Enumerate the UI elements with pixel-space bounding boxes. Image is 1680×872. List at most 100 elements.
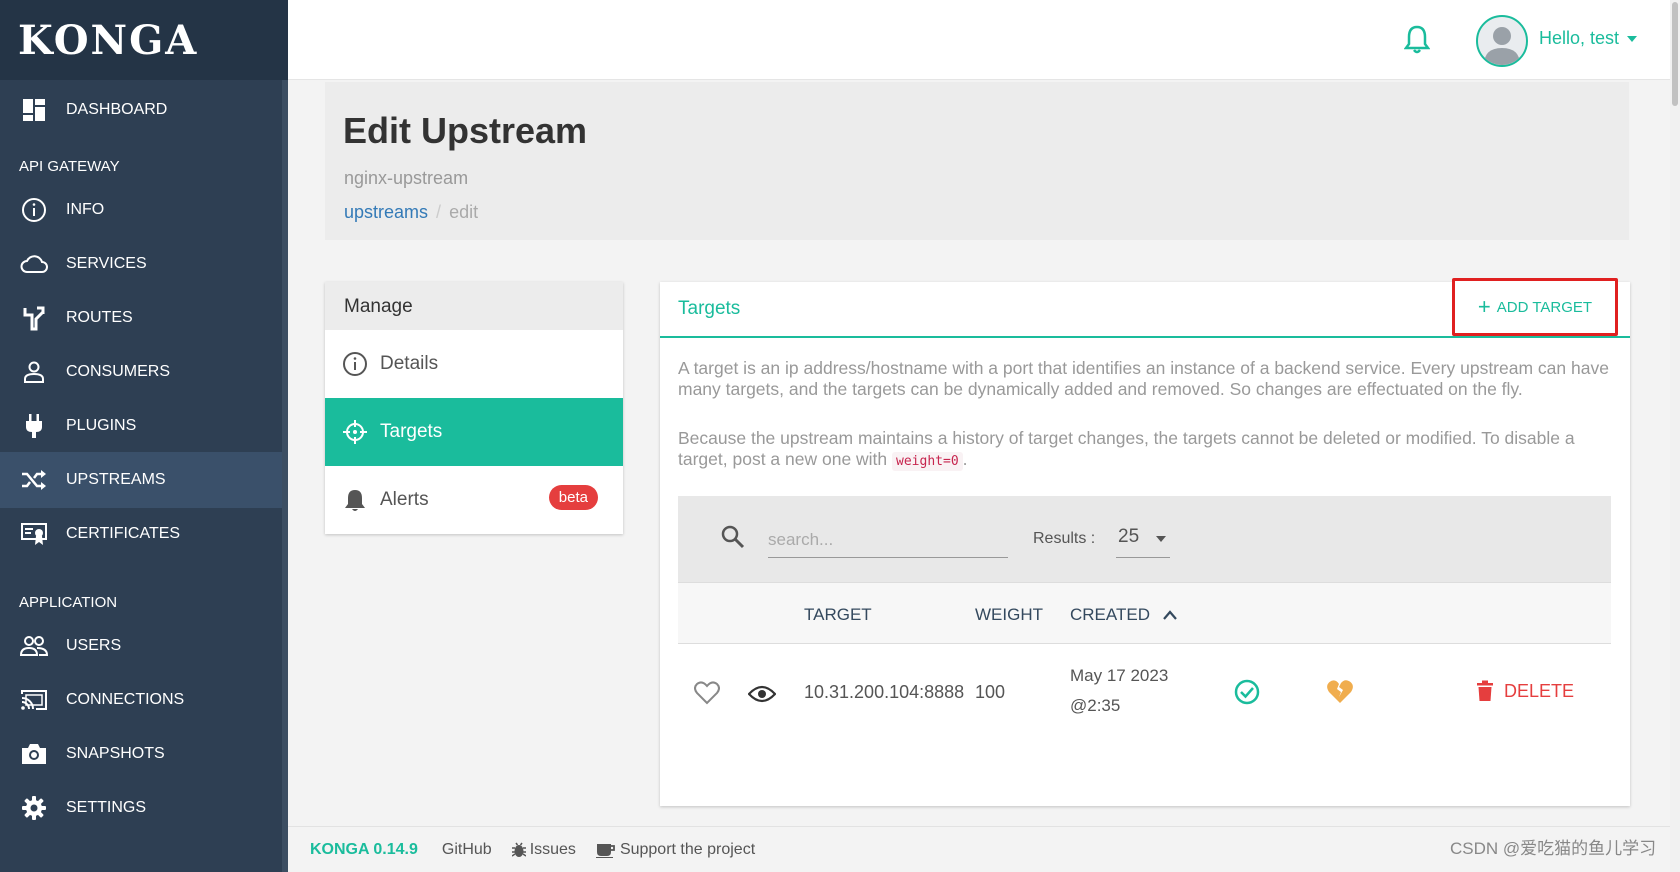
support-link-label: Support the project (619, 840, 756, 858)
sidebar-item-label: PLUGINS (66, 417, 137, 434)
certificate-icon (20, 520, 48, 548)
heart-icon[interactable] (694, 681, 720, 710)
created-time: @2:35 (1070, 696, 1121, 715)
issues-link-label: Issues (529, 840, 576, 858)
sidebar-edge (282, 80, 288, 872)
created-date: May 17 2023 (1070, 666, 1169, 685)
delete-label: DELETE (1504, 680, 1575, 701)
user-icon (20, 358, 48, 386)
manage-item-label: Alerts (380, 489, 429, 510)
sidebar-item-snapshots[interactable]: SNAPSHOTS (0, 726, 282, 782)
watermark-text: CSDN @爱吃猫的鱼儿学习 (1450, 839, 1657, 858)
sidebar-item-label: SETTINGS (66, 799, 147, 816)
sidebar-item-label: CONSUMERS (66, 363, 171, 380)
konga-logo[interactable]: KONGA (0, 0, 288, 80)
description-text: Because the upstream maintains a history… (678, 428, 1575, 469)
sidebar-item-users[interactable]: USERS (0, 618, 282, 674)
camera-icon (20, 740, 48, 768)
column-created-label: CREATED (1070, 605, 1150, 624)
sidebar-item-routes[interactable]: ROUTES (0, 290, 282, 346)
dashboard-icon (20, 96, 48, 124)
plug-icon (20, 412, 48, 440)
shuffle-icon (20, 466, 48, 494)
sidebar-item-label: SERVICES (66, 255, 147, 272)
sidebar-item-label: USERS (66, 637, 122, 654)
version-label[interactable]: KONGA 0.14.9 (310, 841, 418, 859)
issues-link[interactable]: Issues (511, 840, 576, 859)
users-icon (20, 632, 48, 660)
manage-item-alerts[interactable]: Alerts beta (325, 466, 623, 534)
weight-value: 100 (975, 682, 1006, 702)
manage-item-label: Details (380, 353, 439, 374)
sort-ascending-icon (1162, 610, 1177, 620)
eye-icon[interactable] (747, 684, 777, 709)
targets-filter-bar: Results : 25 (678, 496, 1611, 582)
page-header: Edit Upstream nginx-upstream upstreams / e… (325, 82, 1629, 240)
sidebar-item-label: CERTIFICATES (66, 525, 181, 542)
sidebar-item-plugins[interactable]: PLUGINS (0, 398, 282, 454)
bug-icon (511, 842, 526, 857)
manage-item-targets[interactable]: Targets (325, 398, 623, 466)
target-value: 10.31.200.104:8888 (804, 682, 965, 702)
manage-item-details[interactable]: Details (325, 330, 623, 398)
sidebar-item-services[interactable]: SERVICES (0, 236, 282, 292)
avatar[interactable] (1476, 15, 1528, 67)
scrollbar-thumb[interactable] (1672, 2, 1678, 106)
breadcrumb: upstreams / edit (344, 202, 478, 223)
sidebar-item-info[interactable]: INFO (0, 182, 282, 238)
column-weight[interactable]: WEIGHT (975, 605, 1043, 625)
sidebar-item-label: DASHBOARD (66, 101, 168, 118)
sidebar-item-dashboard[interactable]: DASHBOARD (0, 82, 282, 138)
column-target[interactable]: TARGET (804, 605, 872, 625)
search-icon (720, 524, 746, 555)
beta-badge: beta (548, 485, 598, 510)
breadcrumb-upstreams-link[interactable]: upstreams (344, 202, 428, 222)
sidebar: KONGA DASHBOARD API GATEWAY INFO SERVICE… (0, 0, 288, 872)
github-link[interactable]: GitHub (442, 841, 492, 859)
table-row: 10.31.200.104:8888 100 May 17 2023 @2:35… (678, 644, 1611, 748)
cloud-icon (20, 250, 48, 278)
page-subtitle: nginx-upstream (344, 168, 469, 188)
chevron-down-icon (1156, 536, 1166, 542)
targets-header: Targets + ADD TARGET (660, 278, 1630, 338)
add-target-label: ADD TARGET (1496, 298, 1593, 316)
notifications-bell-icon[interactable] (1403, 24, 1431, 59)
sidebar-item-label: CONNECTIONS (66, 691, 185, 708)
info-icon (20, 196, 48, 224)
health-check-ok-icon[interactable] (1234, 679, 1260, 710)
sidebar-item-label: UPSTREAMS (66, 471, 166, 488)
column-created[interactable]: CREATED (1070, 605, 1177, 625)
sidebar-section-api-gateway: API GATEWAY (19, 158, 120, 175)
results-per-page-select[interactable]: 25 (1116, 522, 1170, 558)
sidebar-item-label: ROUTES (66, 309, 133, 326)
sidebar-item-upstreams[interactable]: UPSTREAMS (0, 452, 282, 508)
sidebar-item-consumers[interactable]: CONSUMERS (0, 344, 282, 400)
search-input[interactable] (768, 522, 1008, 558)
sidebar-item-certificates[interactable]: CERTIFICATES (0, 506, 282, 562)
sidebar-item-settings[interactable]: SETTINGS (0, 780, 282, 836)
targets-panel: Targets + ADD TARGET A target is an ip a… (660, 278, 1630, 806)
github-link-label: GitHub (441, 840, 492, 858)
routes-icon (20, 304, 48, 332)
support-link[interactable]: Support the project (595, 840, 756, 859)
manage-title: Manage (325, 282, 623, 330)
manage-panel: Manage Details Targets Alerts beta (325, 282, 623, 534)
targets-table-header: TARGET WEIGHT CREATED (678, 582, 1611, 644)
targets-title: Targets (678, 298, 741, 319)
info-icon (342, 351, 368, 377)
delete-target-button[interactable]: DELETE (1476, 680, 1574, 702)
user-menu-toggle[interactable]: Hello, test (1539, 28, 1638, 49)
cast-icon (20, 686, 48, 714)
breadcrumb-current: edit (449, 202, 479, 222)
page-scrollbar[interactable] (1670, 0, 1680, 872)
weight-code: weight=0 (892, 452, 963, 471)
sidebar-item-connections[interactable]: CONNECTIONS (0, 672, 282, 728)
results-value: 25 (1118, 526, 1140, 547)
sidebar-section-application: APPLICATION (19, 594, 118, 611)
add-target-button[interactable]: + ADD TARGET (1452, 278, 1618, 336)
targets-description-2: Because the upstream maintains a history… (678, 428, 1614, 472)
sidebar-item-label: SNAPSHOTS (66, 745, 165, 762)
broken-heart-icon[interactable] (1326, 679, 1354, 710)
targets-description-1: A target is an ip address/hostname with … (678, 358, 1609, 399)
results-label: Results : (1033, 530, 1096, 547)
